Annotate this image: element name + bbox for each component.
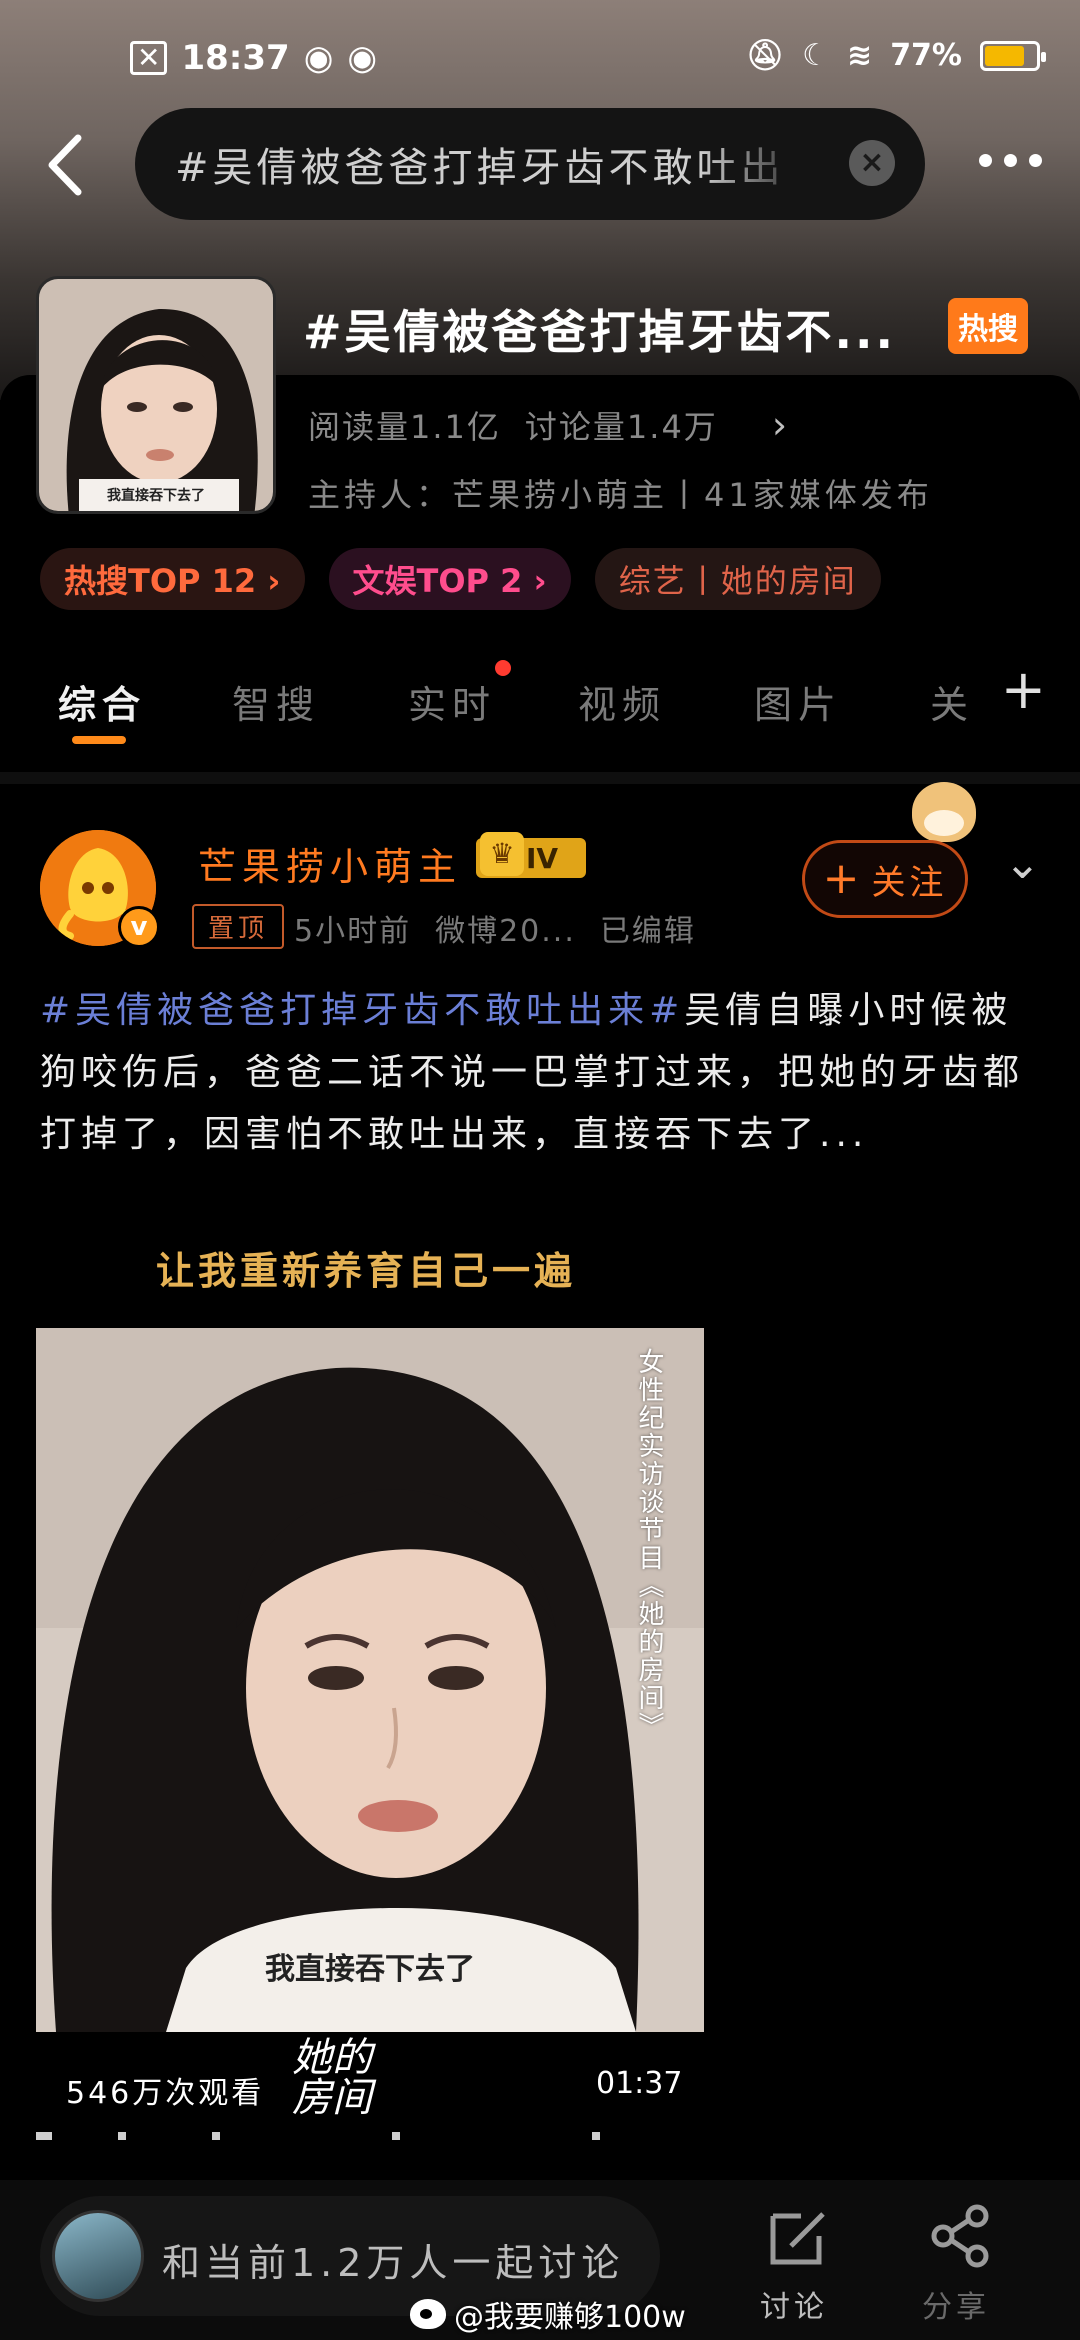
weibo-notification-icon: ◉ (303, 38, 334, 78)
topic-chips: 热搜TOP 12 › 文娱TOP 2 › 综艺丨她的房间 (40, 548, 881, 610)
crown-icon: ♛ (480, 832, 524, 876)
user-level-badge: ♛ IV (476, 832, 586, 878)
battery-icon (980, 40, 1046, 71)
discuss-label: 讨论 (760, 2290, 828, 2325)
back-button[interactable] (40, 130, 100, 200)
read-count: 阅读量1.1亿 (308, 408, 501, 446)
topic-title: #吴倩被爸爸打掉牙齿不... (303, 305, 896, 359)
back-arrow-icon (48, 134, 82, 196)
video-subtitle: 我直接吞下去了 (36, 1944, 704, 1988)
new-content-dot (495, 660, 511, 676)
discussion-count: 讨论量1.4万 (524, 408, 718, 446)
image-caption: 让我重新养育自己一遍 (156, 1248, 577, 1293)
topic-stats[interactable]: 阅读量1.1亿 讨论量1.4万 › (308, 402, 789, 448)
watermark-text: @我要赚够100w (454, 2300, 686, 2335)
moon-icon: ☾ (802, 38, 830, 73)
post-time: 5小时前 (294, 914, 412, 949)
chevron-right-icon: › (771, 403, 790, 447)
share-button[interactable] (916, 2200, 1006, 2276)
video-frame-image (36, 1328, 704, 2032)
plus-icon: + (822, 853, 864, 904)
show-logo: 她的房间 (292, 2035, 372, 2121)
post-menu-chevron-down-icon[interactable]: ⌄ (1004, 838, 1041, 889)
hot-search-badge: 热搜 (948, 298, 1028, 354)
pinned-badge: 置顶 (192, 904, 285, 949)
mute-icon: 🔕︎ (746, 38, 785, 73)
tab-images[interactable]: 图片 (754, 674, 842, 729)
topic-thumbnail[interactable]: 我直接吞下去了 (36, 276, 276, 514)
video-duration: 01:37 (596, 2066, 683, 2101)
user-level: IV (526, 841, 559, 875)
add-tab-button[interactable]: + (1001, 662, 1046, 718)
post-source: 微博20... (435, 914, 576, 949)
verified-badge-icon: v (118, 906, 160, 948)
tab-video[interactable]: 视频 (578, 674, 666, 729)
weibo-notification-icon-2: ◉ (347, 38, 378, 78)
compose-icon (770, 2212, 825, 2265)
search-bar[interactable]: #吴倩被爸爸打掉牙齿不敢吐出 × (135, 108, 925, 220)
author-name[interactable]: 芒果捞小萌主 (198, 836, 462, 891)
follow-label: 关注 (871, 862, 948, 903)
topic-host: 主持人：芒果捞小萌主丨41家媒体发布 (308, 476, 933, 514)
status-time: 18:37 (181, 38, 290, 78)
post-text[interactable]: #吴倩被爸爸打掉牙齿不敢吐出来#吴倩自曝小时候被狗咬伤后，爸爸二话不说一巴掌打过… (40, 980, 1040, 1166)
watermark: @我要赚够100w (410, 2292, 686, 2336)
discuss-prompt[interactable]: 和当前1.2万人一起讨论 (162, 2232, 624, 2287)
chip-hot-search-rank[interactable]: 热搜TOP 12 › (40, 548, 305, 610)
search-tabs: 综合 智搜 实时 视频 图片 关 (0, 660, 1080, 760)
tab-comprehensive[interactable]: 综合 (58, 674, 146, 729)
chip-show-name[interactable]: 综艺丨她的房间 (594, 548, 881, 610)
post-edited: 已编辑 (599, 914, 696, 949)
tab-related[interactable]: 关 (930, 674, 974, 729)
follow-button[interactable]: + 关注 (802, 840, 968, 918)
section-divider (0, 772, 1080, 784)
video-view-count: 546万次观看 (66, 2076, 265, 2111)
tab-realtime[interactable]: 实时 (408, 674, 496, 729)
active-tab-indicator (72, 736, 126, 744)
tab-smart-search[interactable]: 智搜 (232, 674, 320, 729)
video-subtitle-text: 我直接吞下去了 (265, 1952, 475, 1987)
share-icon (931, 2204, 989, 2268)
search-query[interactable]: #吴倩被爸爸打掉牙齿不敢吐出 (175, 135, 815, 193)
topic-thumbnail-image (39, 279, 273, 511)
discuss-button[interactable] (754, 2200, 844, 2276)
close-icon: × (859, 145, 885, 180)
status-bar: ✕ 18:37 ◉ ◉ 🔕︎ ☾ ≋ 77% (0, 0, 1080, 120)
video-side-text: 女性纪实访谈节目《她的房间》 (634, 1348, 664, 1740)
share-label: 分享 (922, 2290, 990, 2325)
more-options-button[interactable] (970, 130, 1050, 190)
doge-mascot-icon (912, 782, 976, 842)
weibo-logo-icon (410, 2299, 446, 2329)
video-progress-markers (36, 2132, 704, 2140)
clear-search-button[interactable]: × (849, 140, 895, 186)
chip-entertainment-rank[interactable]: 文娱TOP 2 › (328, 548, 571, 610)
battery-percent: 77% (890, 38, 962, 73)
wifi-icon: ≋ (847, 38, 873, 73)
current-user-avatar (52, 2210, 144, 2302)
no-sim-icon: ✕ (130, 41, 168, 75)
video-player[interactable]: 女性纪实访谈节目《她的房间》 (36, 1328, 704, 2032)
post-hashtag[interactable]: #吴倩被爸爸打掉牙齿不敢吐出来# (40, 990, 684, 1031)
thumbnail-subtitle: 我直接吞下去了 (107, 488, 205, 504)
post-meta: 5小时前 微博20... 已编辑 (294, 906, 696, 950)
